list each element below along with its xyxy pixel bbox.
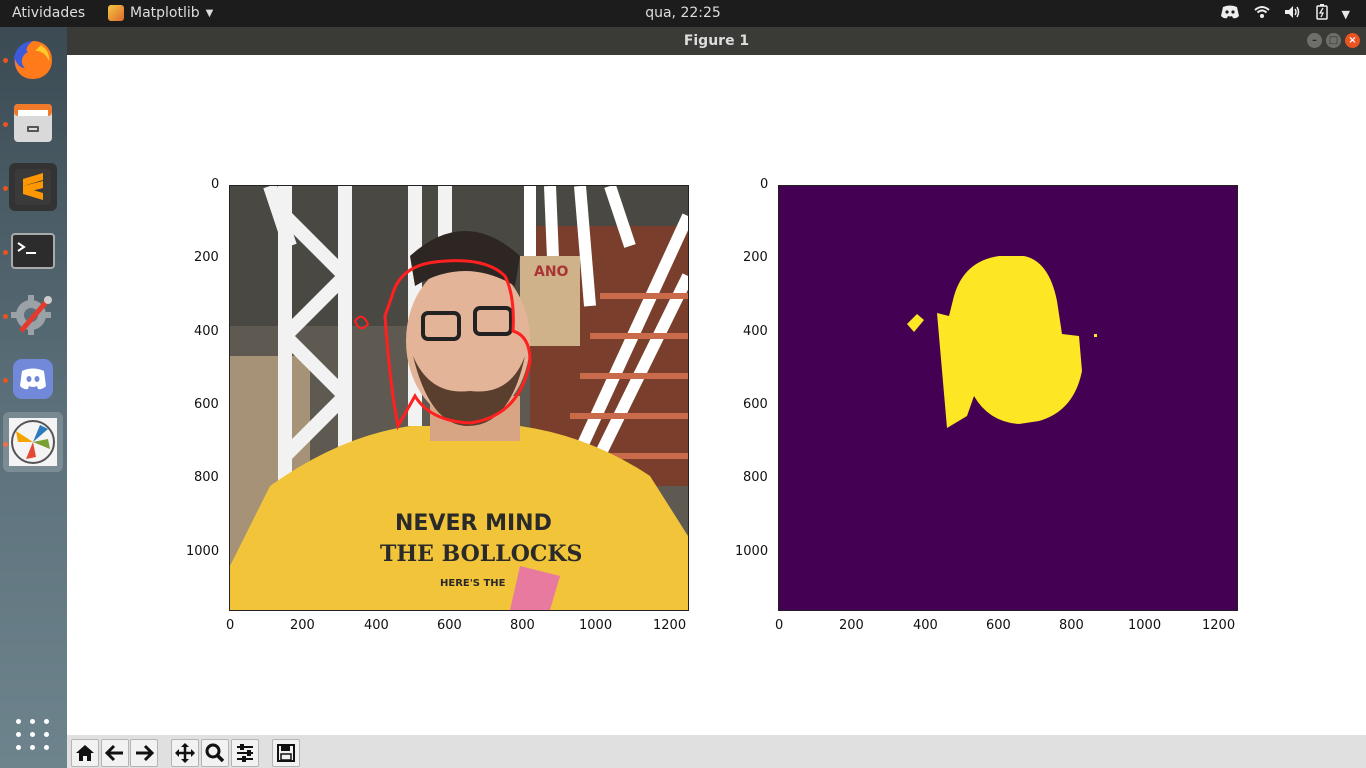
back-button[interactable] bbox=[101, 739, 129, 767]
y-tick-label: 400 bbox=[743, 324, 768, 339]
dock-sublime-text[interactable] bbox=[9, 163, 57, 211]
box-label: ANO bbox=[534, 264, 569, 280]
floppy-disk-icon bbox=[277, 744, 295, 762]
wifi-icon[interactable] bbox=[1253, 5, 1270, 23]
discord-icon[interactable] bbox=[1220, 5, 1240, 23]
x-tick-label: 1000 bbox=[579, 618, 613, 633]
y-tick-label: 800 bbox=[743, 470, 768, 485]
x-tick-label: 600 bbox=[986, 618, 1011, 633]
show-applications-icon[interactable] bbox=[16, 719, 50, 753]
file-cabinet-icon bbox=[14, 104, 52, 142]
window-titlebar[interactable]: Figure 1 – □ × bbox=[67, 27, 1366, 55]
x-tick-label: 600 bbox=[437, 618, 462, 633]
x-tick-label: 0 bbox=[226, 618, 235, 633]
photo-with-contour: ANO NEVER MIND THE BOLLOCKS HERE'S THE bbox=[230, 186, 688, 610]
running-indicator bbox=[3, 314, 8, 319]
y-tick-label: 0 bbox=[211, 177, 220, 192]
forward-button[interactable] bbox=[130, 739, 158, 767]
dock-files[interactable] bbox=[9, 99, 57, 147]
x-tick-label: 1000 bbox=[1128, 618, 1162, 633]
dock-discord[interactable] bbox=[9, 355, 57, 403]
y-tick-label: 800 bbox=[194, 470, 219, 485]
y-tick-label: 600 bbox=[194, 397, 219, 412]
x-tick-label: 1200 bbox=[653, 618, 687, 633]
minimize-button[interactable]: – bbox=[1307, 33, 1322, 48]
segmentation-mask bbox=[779, 186, 1237, 610]
running-indicator bbox=[3, 250, 8, 255]
save-button[interactable] bbox=[272, 739, 300, 767]
dock-firefox[interactable] bbox=[9, 35, 57, 83]
y-tick-label: 0 bbox=[760, 177, 769, 192]
navigation-toolbar bbox=[67, 735, 1366, 768]
top-bar: Atividades Matplotlib ▼ qua, 22:25 ▼ bbox=[0, 0, 1366, 27]
terminal-icon bbox=[11, 233, 55, 269]
move-arrows-icon bbox=[175, 743, 195, 763]
dock-matplotlib-figure[interactable] bbox=[3, 412, 63, 472]
x-tick-label: 0 bbox=[775, 618, 784, 633]
arrow-left-icon bbox=[105, 744, 123, 762]
power-menu-icon[interactable]: ▼ bbox=[1342, 8, 1350, 21]
y-tick-label: 400 bbox=[194, 324, 219, 339]
figure-canvas[interactable]: ANO NEVER MIND THE BOLLOCKS HERE'S THE 0… bbox=[67, 55, 1366, 735]
y-tick-label: 1000 bbox=[186, 544, 220, 559]
left-image-axes[interactable]: ANO NEVER MIND THE BOLLOCKS HERE'S THE bbox=[229, 185, 689, 611]
y-tick-label: 200 bbox=[194, 250, 219, 265]
clock[interactable]: qua, 22:25 bbox=[0, 5, 1366, 21]
close-button[interactable]: × bbox=[1345, 33, 1360, 48]
x-tick-label: 200 bbox=[839, 618, 864, 633]
battery-icon[interactable] bbox=[1315, 4, 1328, 24]
y-tick-label: 600 bbox=[743, 397, 768, 412]
x-tick-label: 400 bbox=[364, 618, 389, 633]
pan-button[interactable] bbox=[171, 739, 199, 767]
running-indicator bbox=[3, 122, 8, 127]
y-tick-label: 200 bbox=[743, 250, 768, 265]
shirt-text-line-1: NEVER MIND bbox=[395, 511, 552, 536]
shirt-text-line-2: THE BOLLOCKS bbox=[380, 541, 582, 567]
matplotlib-icon bbox=[9, 418, 57, 466]
running-indicator bbox=[3, 378, 8, 383]
maximize-button[interactable]: □ bbox=[1326, 33, 1341, 48]
sublime-text-icon bbox=[15, 169, 51, 205]
home-button[interactable] bbox=[71, 739, 99, 767]
volume-icon[interactable] bbox=[1284, 5, 1302, 23]
shirt-text-line-3: HERE'S THE bbox=[440, 578, 506, 589]
dock-settings-tool[interactable] bbox=[9, 291, 57, 339]
home-icon bbox=[76, 745, 94, 761]
x-tick-label: 800 bbox=[510, 618, 535, 633]
mask-dot bbox=[1094, 334, 1097, 337]
sliders-icon bbox=[237, 744, 253, 762]
window-title: Figure 1 bbox=[683, 33, 750, 49]
zoom-button[interactable] bbox=[201, 739, 229, 767]
y-tick-label: 1000 bbox=[735, 544, 769, 559]
dock-terminal[interactable] bbox=[9, 227, 57, 275]
firefox-icon bbox=[14, 41, 53, 79]
system-tray[interactable]: ▼ bbox=[1220, 4, 1350, 24]
x-tick-label: 1200 bbox=[1202, 618, 1236, 633]
dock bbox=[0, 27, 67, 768]
x-tick-label: 200 bbox=[290, 618, 315, 633]
running-indicator bbox=[3, 58, 8, 63]
arrow-right-icon bbox=[136, 744, 154, 762]
x-tick-label: 800 bbox=[1059, 618, 1084, 633]
magnifier-icon bbox=[205, 743, 225, 763]
gear-wrench-icon bbox=[11, 295, 52, 335]
discord-app-icon bbox=[13, 359, 53, 399]
right-image-axes[interactable] bbox=[778, 185, 1238, 611]
x-tick-label: 400 bbox=[913, 618, 938, 633]
configure-subplots-button[interactable] bbox=[231, 739, 259, 767]
running-indicator bbox=[3, 186, 8, 191]
